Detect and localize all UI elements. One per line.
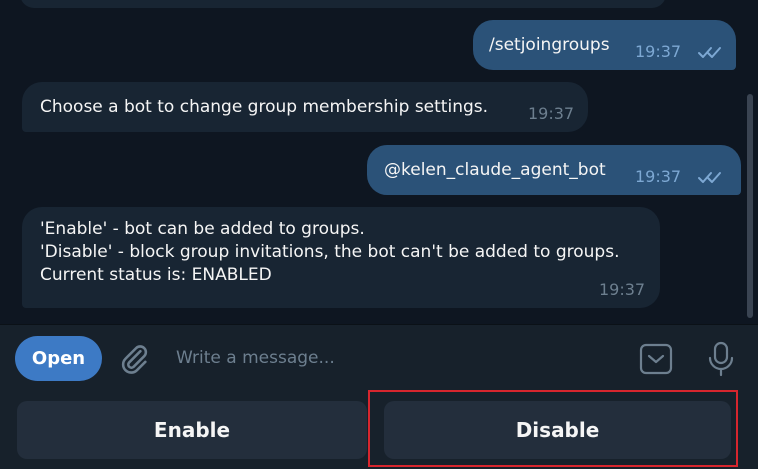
message-time: 19:37	[528, 104, 575, 123]
message-time: 19:37	[599, 280, 646, 299]
message-time: 19:37	[635, 167, 682, 186]
message-line: 'Disable' - block group invitations, the…	[40, 242, 620, 262]
bot-keyboard-icon[interactable]	[638, 341, 674, 377]
message-text: @kelen_claude_agent_bot	[384, 160, 606, 180]
message-bubble-incoming[interactable]: 'Enable' - bot can be added to groups. '…	[22, 207, 660, 308]
message-time: 19:37	[635, 42, 682, 61]
telegram-chat-window: /setjoingroups 19:37 Choose a bot to cha…	[0, 0, 758, 469]
message-list[interactable]: /setjoingroups 19:37 Choose a bot to cha…	[0, 0, 758, 324]
message-input[interactable]	[170, 339, 616, 377]
message-bubble-incoming[interactable]: Choose a bot to change group membership …	[22, 82, 588, 132]
bot-reply-keyboard: Enable Disable	[0, 390, 758, 469]
microphone-icon[interactable]	[704, 340, 738, 378]
enable-button[interactable]: Enable	[17, 401, 367, 459]
read-ticks-icon	[698, 172, 721, 183]
message-bubble-outgoing[interactable]: @kelen_claude_agent_bot 19:37	[367, 145, 741, 195]
scrollbar-thumb[interactable]	[747, 94, 753, 318]
partial-message-bubble	[20, 0, 666, 8]
message-text: 'Enable' - bot can be added to groups. '…	[40, 218, 620, 287]
message-line: Current status is: ENABLED	[40, 265, 272, 285]
message-line: 'Enable' - bot can be added to groups.	[40, 219, 365, 239]
open-web-app-button[interactable]: Open	[15, 336, 102, 381]
read-ticks-icon	[698, 47, 721, 58]
message-composer: Open	[0, 324, 758, 390]
disable-button[interactable]: Disable	[384, 401, 731, 459]
message-text: /setjoingroups	[489, 35, 610, 55]
paperclip-icon[interactable]	[117, 342, 151, 376]
message-text: Choose a bot to change group membership …	[40, 97, 489, 117]
message-bubble-outgoing[interactable]: /setjoingroups 19:37	[473, 20, 736, 70]
